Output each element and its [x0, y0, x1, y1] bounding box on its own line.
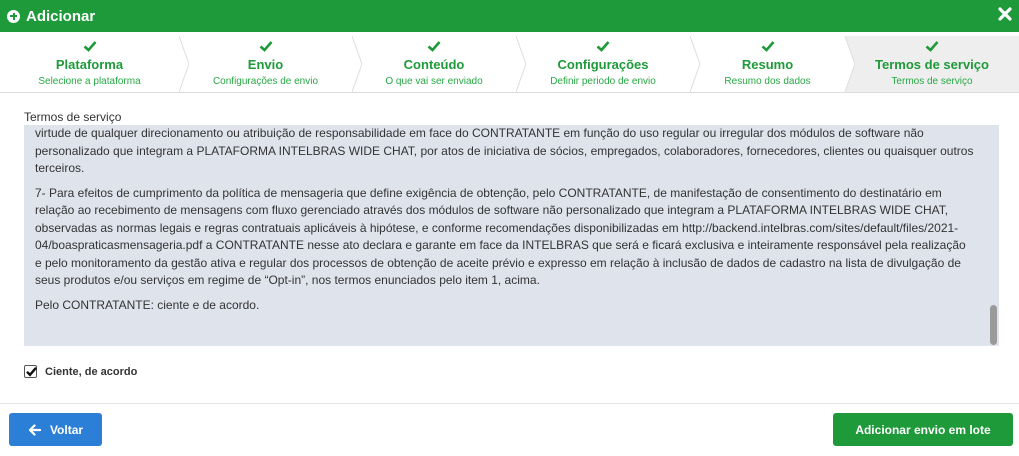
close-icon[interactable]: [997, 6, 1013, 22]
footer-divider: [0, 403, 1019, 404]
check-icon: [259, 41, 272, 52]
check-icon: [83, 41, 96, 52]
dialog-header: Adicionar: [0, 0, 1019, 32]
scrollbar-thumb[interactable]: [990, 305, 997, 345]
terms-paragraph: virtude de qualquer direcionamento ou at…: [35, 126, 974, 175]
add-batch-send-button[interactable]: Adicionar envio em lote: [833, 413, 1013, 446]
step-label: Configurações: [557, 57, 649, 72]
step-sublabel: Selecione a plataforma: [38, 76, 141, 87]
step-label: Conteúdo: [403, 57, 465, 72]
terms-text-box[interactable]: virtude de qualquer direcionamento ou at…: [24, 125, 999, 346]
step-termos-de-servico[interactable]: Termos de serviço Termos de serviço: [845, 36, 1019, 92]
step-sublabel: Definir periodo de envio: [550, 76, 656, 87]
agree-checkbox-row[interactable]: Ciente, de acordo: [24, 365, 137, 378]
step-resumo[interactable]: Resumo Resumo dos dados: [690, 36, 855, 92]
check-icon: [427, 41, 441, 52]
step-separator: [516, 36, 526, 92]
step-label: Termos de serviço: [875, 57, 989, 72]
step-configuracoes[interactable]: Configurações Definir periodo de envio: [516, 36, 700, 92]
check-icon: [596, 41, 610, 52]
step-envio[interactable]: Envio Configurações de envio: [179, 36, 362, 92]
step-separator: [845, 36, 855, 92]
wizard-steps: Plataforma Selecione a plataforma Envio …: [0, 36, 1019, 93]
step-plataforma[interactable]: Plataforma Selecione a plataforma: [0, 36, 189, 92]
step-sublabel: Configurações de envio: [212, 76, 319, 87]
terms-paragraph: 7- Para efeitos de cumprimento da políti…: [35, 185, 966, 288]
step-label: Plataforma: [55, 57, 124, 72]
arrow-left-icon: [28, 423, 41, 436]
step-label: Envio: [247, 57, 284, 72]
step-conteudo[interactable]: Conteúdo O que vai ser enviado: [352, 36, 526, 92]
back-button-label: Voltar: [49, 422, 84, 437]
agree-label: Ciente, de acordo: [45, 365, 138, 378]
checkmark-icon: [26, 367, 37, 377]
terms-section-label: Termos de serviço: [24, 110, 122, 124]
step-sublabel: Termos de serviço: [891, 76, 973, 87]
terms-scrollbar[interactable]: [988, 125, 999, 346]
step-separator: [352, 36, 362, 92]
plus-circle-icon: [7, 9, 20, 23]
step-sublabel: Resumo dos dados: [724, 76, 811, 87]
step-separator: [690, 36, 700, 92]
dialog-title: Adicionar: [26, 7, 96, 25]
step-sublabel: O que vai ser enviado: [385, 76, 483, 87]
step-label: Resumo: [741, 57, 794, 72]
agree-checkbox[interactable]: [24, 365, 37, 378]
terms-paragraph: Pelo CONTRATANTE: ciente e de acordo.: [35, 297, 260, 312]
add-batch-send-label: Adicionar envio em lote: [855, 422, 991, 437]
check-icon: [925, 41, 939, 52]
back-button[interactable]: Voltar: [9, 413, 102, 446]
step-separator: [179, 36, 189, 92]
terms-content: virtude de qualquer direcionamento ou at…: [35, 125, 975, 321]
check-icon: [761, 41, 774, 52]
